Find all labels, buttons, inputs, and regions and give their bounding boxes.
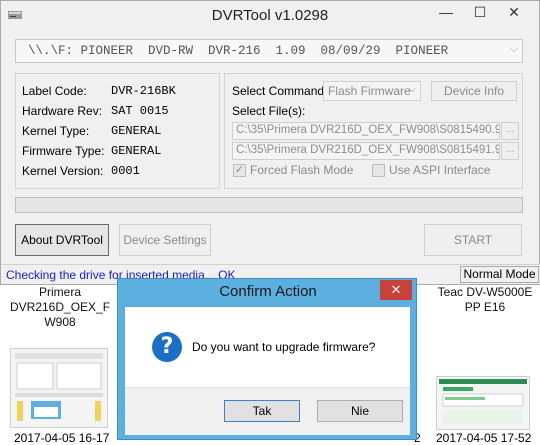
chevron-down-icon: ⌵ bbox=[509, 43, 518, 55]
label-code-label: Label Code: bbox=[22, 84, 87, 98]
about-button[interactable]: About DVRTool bbox=[15, 224, 109, 256]
progress-bar bbox=[15, 197, 523, 213]
no-button[interactable]: Nie bbox=[317, 400, 403, 422]
main-window: DVRTool v1.0298 — ☐ ✕ \\.\F: PIONEER DVD… bbox=[0, 0, 540, 285]
kernel-version-value: 0001 bbox=[111, 164, 140, 178]
command-panel: Select Command: Flash Firmware ⌵ Device … bbox=[224, 73, 523, 189]
close-button[interactable]: ✕ bbox=[497, 3, 531, 23]
confirm-dialog: Confirm Action ✕ ? Do you want to upgrad… bbox=[117, 278, 417, 440]
kernel-type-value: GENERAL bbox=[111, 124, 162, 138]
dialog-footer: Tak Nie bbox=[125, 387, 410, 435]
title-bar[interactable]: DVRTool v1.0298 — ☐ ✕ bbox=[1, 1, 539, 31]
drive-select[interactable]: \\.\F: PIONEER DVD-RW DVR-216 1.09 08/09… bbox=[15, 39, 523, 63]
hardware-rev-value: SAT 0015 bbox=[111, 104, 169, 118]
dialog-body: ? Do you want to upgrade firmware? Tak N… bbox=[125, 307, 410, 435]
browse-button-2[interactable]: ... bbox=[501, 142, 519, 160]
forced-flash-label: Forced Flash Mode bbox=[250, 163, 354, 177]
desktop-item-teac[interactable]: Teac DV-W5000E PP E16 bbox=[432, 285, 538, 315]
firmware-type-value: GENERAL bbox=[111, 144, 162, 158]
drive-info-panel: Label Code: DVR-216BK Hardware Rev: SAT … bbox=[15, 73, 220, 189]
maximize-button[interactable]: ☐ bbox=[463, 3, 497, 23]
hardware-rev-label: Hardware Rev: bbox=[22, 104, 103, 118]
label-code-value: DVR-216BK bbox=[111, 84, 176, 98]
chevron-down-icon: ⌵ bbox=[408, 84, 416, 95]
question-icon: ? bbox=[152, 332, 182, 362]
mode-indicator: Normal Mode bbox=[460, 266, 539, 283]
screenshot-thumbnail-image bbox=[11, 349, 107, 427]
desktop-item-label-line: Teac DV-W5000E bbox=[437, 285, 533, 299]
select-command-label: Select Command: bbox=[232, 84, 328, 98]
drive-select-value: \\.\F: PIONEER DVD-RW DVR-216 1.09 08/09… bbox=[28, 44, 449, 58]
desktop-item-label-line: Primera bbox=[38, 285, 81, 299]
desktop-item-label-line: W908 bbox=[44, 315, 76, 329]
kernel-version-label: Kernel Version: bbox=[22, 164, 104, 178]
thumbnail-caption-right: 2017-04-05 17-52 bbox=[436, 431, 532, 445]
browse-button-1[interactable]: ... bbox=[501, 122, 519, 140]
dialog-title: Confirm Action bbox=[219, 283, 317, 300]
command-select[interactable]: Flash Firmware ⌵ bbox=[323, 81, 421, 101]
desktop-item-label-line: PP E16 bbox=[464, 300, 506, 314]
checkmark-icon: ✓ bbox=[234, 164, 245, 176]
dialog-close-button[interactable]: ✕ bbox=[380, 280, 412, 300]
kernel-type-label: Kernel Type: bbox=[22, 124, 90, 138]
use-aspi-checkbox[interactable] bbox=[372, 164, 385, 177]
device-info-button[interactable]: Device Info bbox=[431, 81, 517, 101]
yes-button[interactable]: Tak bbox=[224, 400, 300, 422]
use-aspi-label: Use ASPI Interface bbox=[389, 163, 491, 177]
start-button[interactable]: START bbox=[424, 224, 522, 256]
thumbnail-caption-left: 2017-04-05 16-17 bbox=[14, 431, 110, 445]
firmware-type-label: Firmware Type: bbox=[22, 144, 105, 158]
desktop-thumbnail-left[interactable] bbox=[10, 348, 108, 428]
select-files-label: Select File(s): bbox=[232, 104, 306, 118]
file-field-1[interactable]: C:\35\Primera DVR216D_OEX_FW908\S0815490… bbox=[232, 122, 500, 140]
minimize-button[interactable]: — bbox=[429, 3, 463, 23]
file-field-2[interactable]: C:\35\Primera DVR216D_OEX_FW908\S0815491… bbox=[232, 142, 500, 160]
device-settings-button[interactable]: Device Settings bbox=[119, 224, 211, 256]
screenshot-thumbnail-image bbox=[437, 377, 529, 429]
dialog-message: Do you want to upgrade firmware? bbox=[192, 340, 376, 354]
desktop-item-primera[interactable]: Primera DVR216D_OEX_F W908 bbox=[10, 285, 110, 330]
desktop-thumbnail-right[interactable] bbox=[436, 376, 530, 430]
desktop-item-label-line: DVR216D_OEX_F bbox=[10, 300, 111, 314]
forced-flash-checkbox[interactable]: ✓ bbox=[233, 164, 246, 177]
command-select-value: Flash Firmware bbox=[328, 84, 411, 98]
